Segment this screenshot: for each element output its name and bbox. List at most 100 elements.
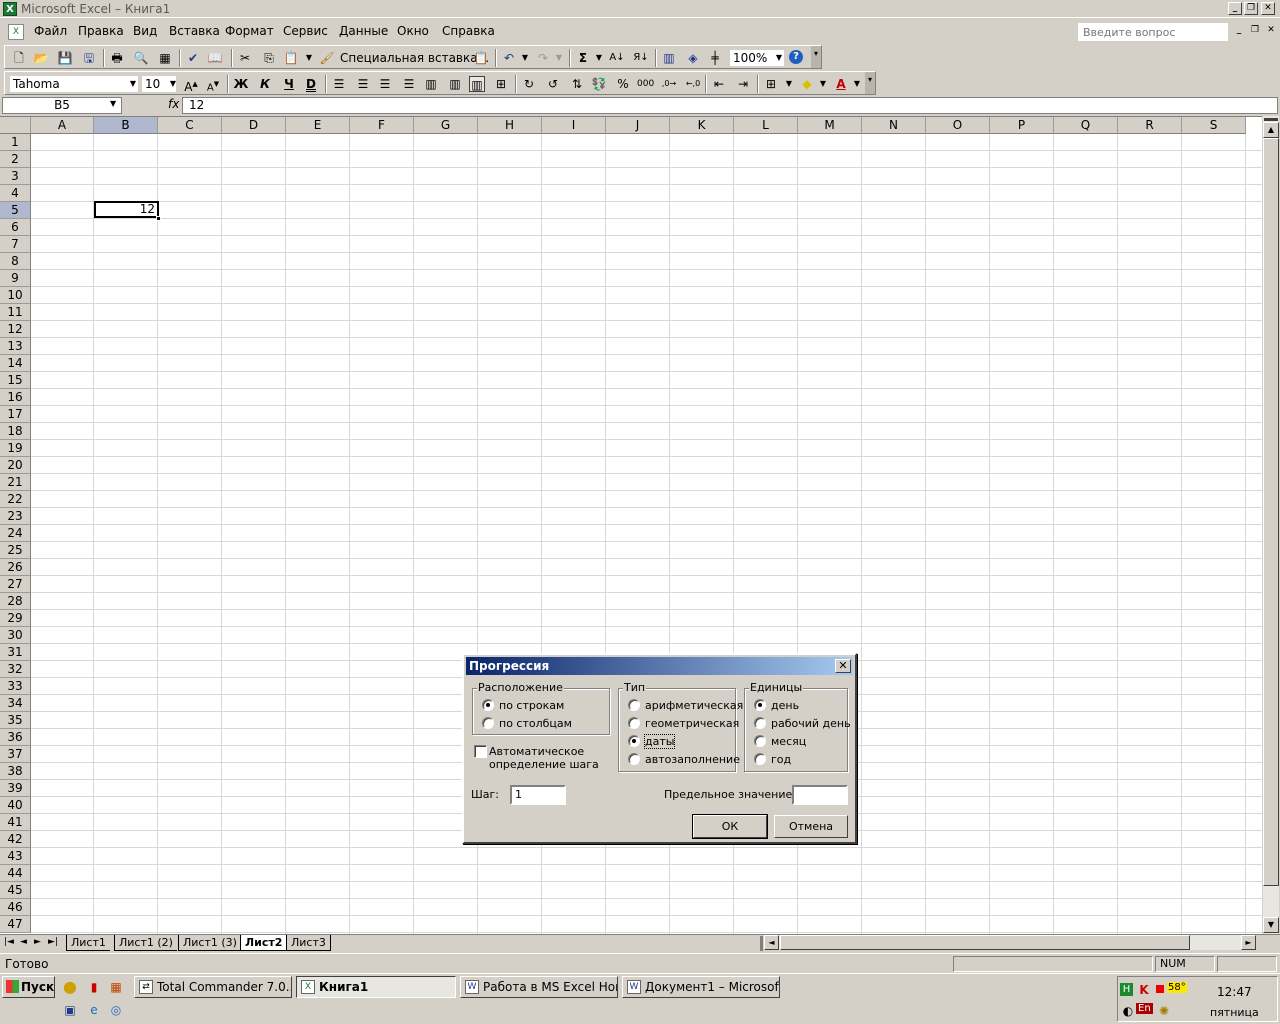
- radio-day[interactable]: день: [754, 699, 799, 713]
- row-header-33[interactable]: 33: [0, 678, 31, 695]
- step-input[interactable]: 1: [510, 785, 566, 805]
- italic-button[interactable]: К: [257, 76, 273, 92]
- decrease-indent-icon[interactable]: ⇤: [711, 76, 727, 92]
- paste-values-icon[interactable]: 📋: [473, 50, 489, 66]
- task-word-document1[interactable]: W Документ1 – Microsoft...: [622, 976, 780, 998]
- task-excel-book1[interactable]: X Книга1: [296, 976, 456, 998]
- save-icon[interactable]: 💾: [57, 50, 73, 66]
- tab-split-handle[interactable]: [760, 936, 763, 951]
- row-header-4[interactable]: 4: [0, 185, 31, 202]
- minimize-button[interactable]: _: [1228, 2, 1242, 15]
- row-header-32[interactable]: 32: [0, 661, 31, 678]
- percent-style-icon[interactable]: %: [615, 76, 631, 92]
- rotate-text-up-icon[interactable]: ↻: [521, 76, 537, 92]
- menu-view[interactable]: Вид: [133, 24, 157, 38]
- research-icon[interactable]: ▦: [157, 50, 173, 66]
- column-header-o[interactable]: O: [926, 117, 990, 134]
- scroll-left-icon[interactable]: ◄: [764, 935, 779, 950]
- column-header-h[interactable]: H: [478, 117, 542, 134]
- row-header-19[interactable]: 19: [0, 440, 31, 457]
- sheet-tab[interactable]: Лист1 (2): [114, 935, 177, 951]
- document-icon[interactable]: X: [8, 24, 24, 40]
- sort-descending-icon[interactable]: Я↓: [633, 50, 649, 66]
- scroll-up-icon[interactable]: ▲: [1263, 122, 1279, 138]
- row-header-34[interactable]: 34: [0, 695, 31, 712]
- sheet-tab[interactable]: Лист1: [66, 935, 110, 951]
- column-header-s[interactable]: S: [1182, 117, 1246, 134]
- radio-geometric[interactable]: геометрическая: [628, 717, 739, 731]
- radio-autofill[interactable]: автозаполнение: [628, 753, 740, 767]
- temperature-indicator[interactable]: 58°: [1167, 982, 1187, 993]
- fill-color-icon[interactable]: ◆: [799, 76, 815, 92]
- paste-icon[interactable]: 📋: [283, 50, 299, 66]
- row-header-6[interactable]: 6: [0, 219, 31, 236]
- bold-button[interactable]: Ж: [233, 76, 249, 92]
- sheet-tab[interactable]: Лист1 (3): [178, 935, 241, 951]
- row-header-26[interactable]: 26: [0, 559, 31, 576]
- quicklaunch-app-icon[interactable]: ▦: [108, 979, 124, 995]
- fill-color-dropdown-icon[interactable]: ▼: [815, 76, 831, 92]
- menu-format[interactable]: Формат: [225, 24, 274, 38]
- name-box-dropdown-icon[interactable]: ▼: [110, 99, 116, 108]
- column-header-m[interactable]: M: [798, 117, 862, 134]
- column-header-n[interactable]: N: [862, 117, 926, 134]
- row-header-27[interactable]: 27: [0, 576, 31, 593]
- limit-input[interactable]: [792, 785, 848, 805]
- font-size-dropdown-icon[interactable]: ▼: [165, 76, 181, 92]
- first-sheet-icon[interactable]: |◄: [4, 937, 14, 947]
- quicklaunch-ie-icon[interactable]: e: [86, 1002, 102, 1018]
- doc-close-button[interactable]: ✕: [1264, 25, 1278, 38]
- select-all-corner[interactable]: [0, 117, 31, 134]
- menu-file[interactable]: Файл: [34, 24, 67, 38]
- prev-sheet-icon[interactable]: ◄: [20, 937, 27, 947]
- double-underline-icon[interactable]: D: [303, 76, 319, 92]
- autosum-icon[interactable]: Σ: [575, 50, 591, 66]
- auto-step-checkbox[interactable]: [474, 745, 487, 758]
- tray-app-icon[interactable]: [1156, 985, 1164, 993]
- row-header-16[interactable]: 16: [0, 389, 31, 406]
- autosum-dropdown-icon[interactable]: ▼: [591, 50, 607, 66]
- row-header-13[interactable]: 13: [0, 338, 31, 355]
- column-header-b[interactable]: B: [94, 117, 158, 134]
- row-header-40[interactable]: 40: [0, 797, 31, 814]
- column-header-i[interactable]: I: [542, 117, 606, 134]
- tray-app-icon[interactable]: H: [1120, 983, 1133, 996]
- new-document-icon[interactable]: 🗋: [11, 50, 27, 66]
- row-header-3[interactable]: 3: [0, 168, 31, 185]
- row-header-37[interactable]: 37: [0, 746, 31, 763]
- ask-question-input[interactable]: Введите вопрос: [1078, 23, 1228, 41]
- row-header-2[interactable]: 2: [0, 151, 31, 168]
- sort-ascending-icon[interactable]: A↓: [609, 50, 625, 66]
- font-color-dropdown-icon[interactable]: ▼: [849, 76, 865, 92]
- excel-app-icon[interactable]: X: [3, 1, 17, 16]
- row-header-22[interactable]: 22: [0, 491, 31, 508]
- spelling-icon[interactable]: ✔: [185, 50, 201, 66]
- increase-decimal-icon[interactable]: ,0→: [661, 76, 677, 92]
- tray-app-icon[interactable]: ✺: [1156, 1003, 1172, 1019]
- column-header-p[interactable]: P: [990, 117, 1054, 134]
- zoom-dropdown-icon[interactable]: ▼: [771, 50, 787, 66]
- align-center-icon[interactable]: ☰: [355, 76, 371, 92]
- print-icon[interactable]: 🖶: [109, 50, 125, 66]
- row-header-17[interactable]: 17: [0, 406, 31, 423]
- horizontal-scrollbar[interactable]: ◄ ►: [764, 935, 1256, 950]
- font-name-dropdown-icon[interactable]: ▼: [125, 76, 141, 92]
- font-name-select[interactable]: Tahoma: [9, 75, 139, 93]
- row-header-41[interactable]: 41: [0, 814, 31, 831]
- sheet-tab-active[interactable]: Лист2: [240, 935, 287, 951]
- row-header-39[interactable]: 39: [0, 780, 31, 797]
- column-header-f[interactable]: F: [350, 117, 414, 134]
- quicklaunch-app-icon[interactable]: ▣: [62, 1002, 78, 1018]
- radio-workday[interactable]: рабочий день: [754, 717, 851, 731]
- row-header-9[interactable]: 9: [0, 270, 31, 287]
- chart-wizard-icon[interactable]: ▥: [661, 50, 677, 66]
- start-button[interactable]: Пуск: [2, 976, 55, 998]
- increase-indent-icon[interactable]: ⇥: [735, 76, 751, 92]
- row-header-20[interactable]: 20: [0, 457, 31, 474]
- row-header-35[interactable]: 35: [0, 712, 31, 729]
- row-header-23[interactable]: 23: [0, 508, 31, 525]
- grow-font-icon[interactable]: A▲: [183, 76, 199, 94]
- radio-month[interactable]: месяц: [754, 735, 806, 749]
- freeze-icon[interactable]: ╪: [707, 50, 723, 66]
- scroll-thumb[interactable]: [1263, 138, 1279, 886]
